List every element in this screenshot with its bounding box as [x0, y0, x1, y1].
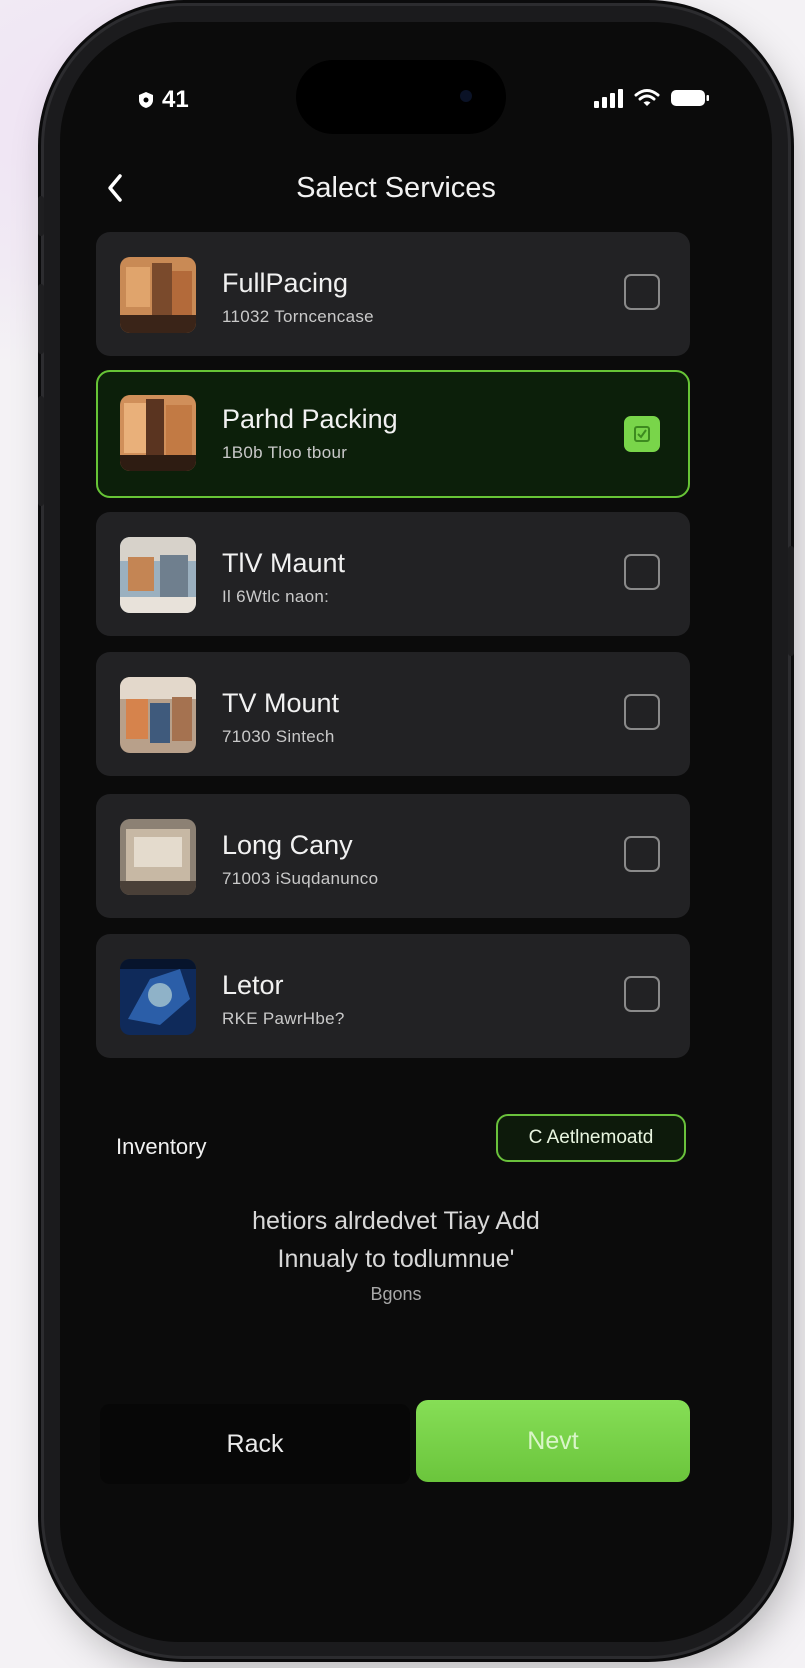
service-title: FullPacing: [222, 268, 349, 298]
blue-thumbnail: [120, 959, 196, 1035]
back-button[interactable]: Rack: [100, 1404, 410, 1484]
dynamic-island: [296, 60, 506, 134]
signal-icon: [594, 89, 623, 108]
power-button: [788, 546, 794, 656]
page-title: Salect Services: [296, 172, 496, 204]
status-time: 41: [138, 86, 189, 114]
time-label: 41: [162, 86, 189, 113]
room-thumbnail: [120, 677, 196, 753]
wifi-icon: [634, 89, 660, 106]
service-subtitle: 1B0b Tloo tbour: [222, 443, 348, 462]
service-checkbox[interactable]: [624, 976, 660, 1012]
service-title: Parhd Packing: [222, 404, 398, 434]
service-title: Long Cany: [222, 830, 353, 860]
service-checkbox[interactable]: [624, 836, 660, 872]
service-checkbox[interactable]: [624, 554, 660, 590]
empty-text-line-2: Innualy to todlumnue': [277, 1245, 515, 1273]
inventory-label: Inventory: [116, 1134, 207, 1159]
shield-icon: [139, 92, 153, 108]
service-card-tv-mount[interactable]: TlV Maunt Il 6Wtlc naon:: [96, 512, 690, 636]
service-checkbox[interactable]: [624, 694, 660, 730]
mute-switch: [38, 196, 44, 236]
battery-icon: [671, 90, 709, 106]
service-subtitle: 71003 iSuqdanunco: [222, 869, 379, 888]
inventory-empty-text: hetiors alrdedvet Tiay Add Innualy to to…: [60, 1202, 732, 1278]
next-button[interactable]: Nevt: [416, 1400, 690, 1482]
service-card-tv-mount-2[interactable]: TV Mount 71030 Sintech: [96, 652, 690, 776]
volume-up-button: [38, 284, 44, 354]
service-checkbox-checked[interactable]: [624, 416, 660, 452]
boxes-thumbnail: [120, 395, 196, 471]
inventory-empty-caption: Bgons: [370, 1284, 422, 1304]
service-title: Letor: [222, 970, 284, 1000]
service-title: TlV Maunt: [222, 548, 346, 578]
boxes-thumbnail: [120, 257, 196, 333]
add-inventory-button[interactable]: C Aetlnemoatd: [496, 1114, 686, 1162]
footer-actions: Rack Nevt: [100, 1400, 690, 1484]
header: Salect Services: [60, 162, 772, 222]
service-subtitle: 11032 Torncencase: [222, 307, 374, 326]
volume-down-button: [38, 396, 44, 506]
service-subtitle: 71030 Sintech: [222, 727, 335, 746]
service-checkbox[interactable]: [624, 274, 660, 310]
empty-text-line-1: hetiors alrdedvet Tiay Add: [252, 1207, 540, 1235]
phone-screen: 41 Salect Services FullPacing 11032 Torn…: [60, 22, 772, 1642]
service-card-partial-packing[interactable]: Parhd Packing 1B0b Tloo tbour: [96, 370, 690, 498]
service-subtitle: RKE PawrHbe?: [222, 1009, 345, 1028]
box-thumbnail: [120, 819, 196, 895]
status-icons: [594, 88, 710, 108]
service-subtitle: Il 6Wtlc naon:: [222, 587, 330, 606]
service-title: TV Mount: [222, 688, 340, 718]
check-icon: [634, 426, 650, 442]
room-thumbnail: [120, 537, 196, 613]
service-card-long-carry[interactable]: Long Cany 71003 iSuqdanunco: [96, 794, 690, 918]
camera-icon: [460, 90, 472, 102]
service-card-labor[interactable]: Letor RKE PawrHbe?: [96, 934, 690, 1058]
service-card-full-packing[interactable]: FullPacing 11032 Torncencase: [96, 232, 690, 356]
